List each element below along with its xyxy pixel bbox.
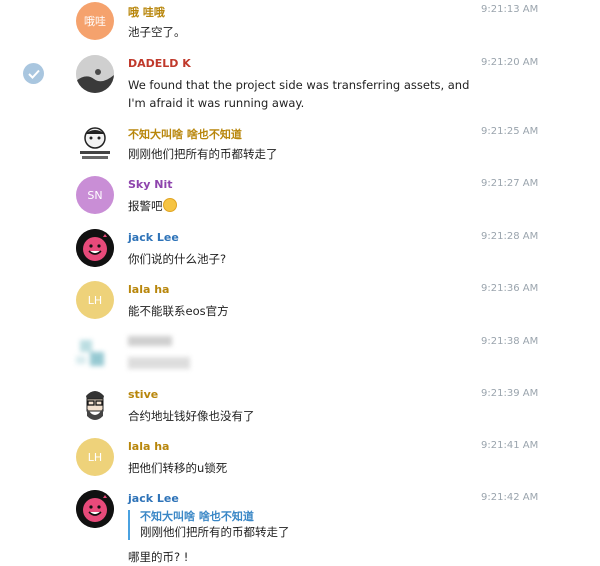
message-row[interactable]: 哦哇 哦 哇哦 9:21:13 AM 池子空了。	[0, 2, 600, 48]
message-text: 报警吧	[128, 197, 478, 215]
message-row[interactable]: LH lala ha 9:21:36 AM 能不能联系eos官方	[0, 281, 600, 327]
message-time: 9:21:42 AM	[481, 492, 539, 503]
chat-history[interactable]: 哦哇 哦 哇哦 9:21:13 AM 池子空了。 DADELD K 9:21:2…	[0, 0, 600, 564]
pink-smiley-avatar-icon[interactable]	[76, 229, 114, 267]
sender-name[interactable]: lala ha	[128, 283, 169, 296]
bearded-man-avatar-icon[interactable]	[76, 386, 114, 424]
message-time: 9:21:41 AM	[481, 440, 539, 451]
sender-name[interactable]: jack Lee	[128, 492, 179, 505]
message-row-selected[interactable]: DADELD K 9:21:20 AM We found that the pr…	[0, 55, 600, 113]
sender-name[interactable]: stive	[128, 388, 158, 401]
blurred-avatar-icon[interactable]	[76, 334, 114, 372]
cartoon-meme-avatar-icon[interactable]	[76, 124, 114, 162]
message-text: 能不能联系eos官方	[128, 304, 229, 318]
message-time: 9:21:20 AM	[481, 57, 539, 68]
message-text: 刚刚他们把所有的币都转走了	[128, 147, 278, 161]
sender-name[interactable]: 不知大叫啥 啥也不知道	[128, 126, 242, 142]
message-time: 9:21:38 AM	[481, 336, 539, 347]
message-text: 把他们转移的u锁死	[128, 461, 228, 475]
selected-check-icon[interactable]	[23, 63, 44, 84]
message-text: 你们说的什么池子?	[128, 252, 227, 266]
message-time: 9:21:39 AM	[481, 388, 539, 399]
sender-name[interactable]: DADELD K	[128, 57, 191, 70]
sender-name[interactable]: jack Lee	[128, 231, 179, 244]
redacted-sender-name	[128, 336, 172, 346]
message-time: 9:21:28 AM	[481, 231, 539, 242]
message-time: 9:21:36 AM	[481, 283, 539, 294]
message-row[interactable]: LH lala ha 9:21:41 AM 把他们转移的u锁死	[0, 438, 600, 484]
message-time: 9:21:25 AM	[481, 126, 539, 137]
avatar[interactable]: 哦哇	[76, 2, 114, 40]
message-text: 池子空了。	[128, 25, 186, 39]
message-row-blurred[interactable]: 9:21:38 AM	[0, 336, 600, 376]
avatar[interactable]: SN	[76, 176, 114, 214]
sender-name[interactable]: 哦 哇哦	[128, 4, 165, 20]
message-row[interactable]: stive 9:21:39 AM 合约地址钱好像也没有了	[0, 386, 600, 432]
message-row-reply[interactable]: jack Lee 9:21:42 AM 不知大叫啥 啥也不知道 刚刚他们把所有的…	[0, 490, 600, 564]
message-text-content: 报警吧	[128, 199, 163, 213]
avatar[interactable]: LH	[76, 438, 114, 476]
message-text: 合约地址钱好像也没有了	[128, 409, 255, 423]
message-text: We found that the project side was trans…	[128, 78, 470, 110]
reply-quote[interactable]: 不知大叫啥 啥也不知道 刚刚他们把所有的币都转走了	[128, 510, 290, 540]
dark-landscape-avatar-icon[interactable]	[76, 55, 114, 93]
message-row[interactable]: jack Lee 9:21:28 AM 你们说的什么池子?	[0, 229, 600, 275]
message-row[interactable]: SN Sky Nit 9:21:27 AM 报警吧	[0, 176, 600, 222]
sender-name[interactable]: Sky Nit	[128, 178, 172, 191]
message-row[interactable]: 不知大叫啥 啥也不知道 9:21:25 AM 刚刚他们把所有的币都转走了	[0, 124, 600, 170]
pink-smiley-avatar-icon[interactable]	[76, 490, 114, 528]
message-time: 9:21:13 AM	[481, 4, 539, 15]
sender-name[interactable]: lala ha	[128, 440, 169, 453]
smiling-face-emoji	[162, 198, 177, 212]
reply-text: 刚刚他们把所有的币都转走了	[140, 525, 290, 539]
message-text: 哪里的币? !	[128, 550, 189, 564]
reply-sender-name: 不知大叫啥 啥也不知道	[140, 510, 254, 523]
message-time: 9:21:27 AM	[481, 178, 539, 189]
avatar[interactable]: LH	[76, 281, 114, 319]
redacted-message-text	[128, 355, 478, 369]
